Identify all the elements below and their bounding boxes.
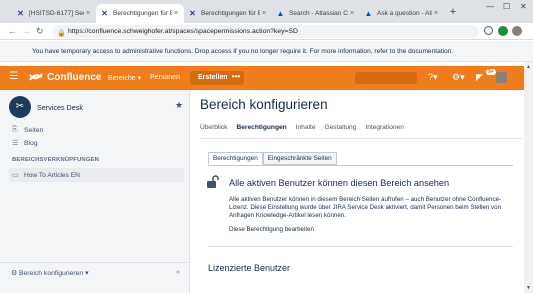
edit-permission-link[interactable]: Diese Berechtigung bearbeiten (229, 226, 314, 233)
confluence-header: ☰ Confluence Bereiche ▾ Personen Erstell… (0, 66, 524, 90)
nav-people[interactable]: Personen (150, 74, 180, 81)
licensed-users-heading: Lizenzierte Benutzer (208, 263, 291, 273)
divider (200, 138, 522, 139)
tab-title: [HSITSD-6177] Securi (29, 10, 84, 17)
sidebar-item-label: Seiten (24, 126, 44, 134)
sidebar-shortcut[interactable]: ▭ How To Articles EN (9, 168, 184, 182)
space-logo[interactable]: ✂ (9, 96, 31, 118)
permission-description: Alle aktiven Benutzer können in diesem B… (229, 196, 502, 220)
user-avatar[interactable] (496, 72, 507, 83)
divider (208, 246, 513, 247)
section-title: BEREICHSVERKNÜPFUNGEN (12, 157, 99, 163)
collapse-sidebar-icon[interactable]: « (176, 269, 180, 276)
minimize-icon[interactable]: — (486, 2, 494, 11)
divider (208, 165, 513, 166)
admin-access-banner: You have temporary access to administrat… (0, 41, 533, 62)
banner-text: You have temporary access to administrat… (32, 47, 454, 55)
browser-tab-3[interactable]: ✕ Berechtigungen für B × (184, 4, 272, 23)
jira-icon: ✕ (17, 9, 24, 18)
sidebar-item-pages[interactable]: ⎘ Seiten (12, 126, 43, 134)
browser-tab-1[interactable]: ✕ [HSITSD-6177] Securi × (12, 4, 96, 23)
page-scrollbar[interactable]: ▲ ▼ (524, 62, 533, 293)
page-icon: ▭ (12, 172, 19, 179)
close-icon[interactable]: × (432, 10, 440, 17)
forward-icon[interactable]: → (22, 26, 31, 36)
extension-icon[interactable] (498, 26, 508, 36)
profile-avatar[interactable] (512, 26, 522, 36)
permission-title: Alle aktiven Benutzer können diesen Bere… (229, 178, 450, 188)
tab-look-and-feel[interactable]: Gestaltung (325, 124, 357, 131)
window-close-icon[interactable]: ✕ (520, 2, 527, 11)
sidebar-item-blog[interactable]: ☰ Blog (12, 139, 38, 148)
scroll-down-icon[interactable]: ▼ (526, 285, 531, 291)
gear-icon[interactable]: ⚙▾ (452, 72, 465, 83)
atlassian-icon: ▲ (364, 9, 373, 18)
space-name[interactable]: Services Desk (37, 103, 83, 112)
search-input[interactable] (355, 72, 417, 84)
sidebar-item-label: Blog (24, 139, 38, 147)
tab-title: Berechtigungen für B (113, 10, 172, 17)
more-button[interactable]: ••• (228, 71, 244, 85)
new-tab-button[interactable]: + (447, 7, 459, 19)
shortcut-label: How To Articles EN (24, 171, 80, 179)
tab-permissions[interactable]: Berechtigungen (236, 124, 286, 131)
tab-title: Berechtigungen für B (201, 10, 260, 17)
page-title: Bereich konfigurieren (200, 97, 328, 112)
notifications-icon[interactable]: ◤ (476, 72, 483, 83)
browser-tab-5[interactable]: ▲ Ask a question - Atla × (360, 4, 444, 23)
tab-title: Search - Atlassian Co (289, 10, 348, 17)
close-icon[interactable]: × (348, 10, 356, 17)
browser-toolbar: ← → ↻ 🔒 https://confluence.schweighofer.… (0, 23, 533, 40)
lock-icon: 🔒 (57, 29, 66, 37)
confluence-logo[interactable]: Confluence (28, 71, 101, 83)
help-icon[interactable]: ?▾ (428, 72, 438, 83)
confluence-settings-icon: ✕ (189, 9, 196, 18)
logo-text: Confluence (47, 71, 102, 83)
star-icon[interactable]: ★ (175, 100, 183, 111)
menu-icon[interactable]: ☰ (9, 72, 18, 82)
url-text: https://confluence.schweighofer.at/space… (68, 28, 298, 35)
unlock-icon (207, 175, 219, 188)
tab-permissions-list[interactable]: Berechtigungen (208, 152, 263, 165)
pages-icon: ⎘ (12, 126, 18, 133)
space-tools-button[interactable]: ⚙ Bereich konfigurieren ▾ (11, 269, 89, 277)
space-tools-label: Bereich konfigurieren ▾ (18, 270, 89, 277)
browser-tab-strip: ✕ [HSITSD-6177] Securi × ✕ Berechtigunge… (0, 0, 533, 23)
confluence-settings-icon: ✕ (101, 9, 108, 18)
browser-tab-2[interactable]: ✕ Berechtigungen für B × (96, 4, 184, 23)
close-icon[interactable]: × (172, 10, 180, 17)
close-icon[interactable]: × (260, 10, 268, 17)
confluence-logo-icon (29, 73, 43, 81)
space-sidebar: ✂ Services Desk ★ ⎘ Seiten ☰ Blog BEREIC… (0, 90, 190, 293)
scroll-up-icon[interactable]: ▲ (526, 64, 531, 70)
maximize-icon[interactable]: ☐ (503, 2, 510, 11)
browser-tab-4[interactable]: ▲ Search - Atlassian Co × (272, 4, 360, 23)
notifications-badge: 9+ (486, 69, 496, 75)
atlassian-icon: ▲ (276, 9, 285, 18)
rss-icon: ☰ (12, 140, 19, 147)
permission-tabs: Berechtigungen Eingeschränkte Seiten (208, 152, 337, 165)
tab-content[interactable]: Inhalte (296, 124, 316, 131)
close-icon[interactable]: × (84, 10, 92, 17)
sidebar-footer: ⚙ Bereich konfigurieren ▾ « (0, 262, 189, 284)
tab-integrations[interactable]: Integrationen (365, 124, 404, 131)
space-admin-nav: Überblick Berechtigungen Inhalte Gestalt… (200, 124, 404, 131)
tab-restricted-pages[interactable]: Eingeschränkte Seiten (262, 152, 337, 165)
tab-overview[interactable]: Überblick (200, 124, 227, 131)
star-bookmark-icon[interactable] (484, 26, 493, 35)
address-bar[interactable]: 🔒 https://confluence.schweighofer.at/spa… (52, 25, 479, 38)
tab-title: Ask a question - Atla (377, 10, 432, 17)
nav-spaces[interactable]: Bereiche ▾ (108, 74, 141, 82)
back-icon[interactable]: ← (8, 26, 17, 36)
reload-icon[interactable]: ↻ (36, 26, 44, 36)
